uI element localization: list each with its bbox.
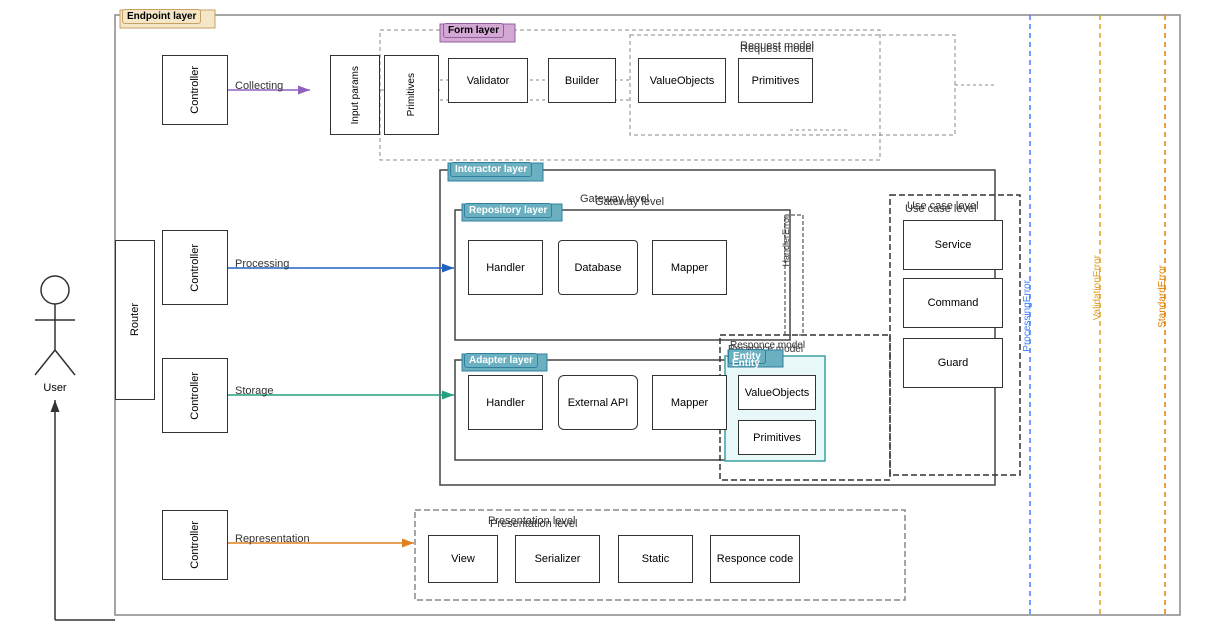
- primitives-req-box: Primitives: [738, 58, 813, 103]
- controller1-box: Controller: [162, 55, 228, 125]
- representation-label: Representation: [235, 533, 310, 545]
- controller4-box: Controller: [162, 510, 228, 580]
- standard-error-label: StandardError: [1157, 265, 1168, 331]
- responce-model-label: Responce model: [730, 340, 805, 351]
- external-api-box: External API: [558, 375, 638, 430]
- guard-box: Guard: [903, 338, 1003, 388]
- responce-code-box: Responce code: [710, 535, 800, 583]
- primitives-form-box: Primitives: [384, 55, 439, 135]
- handler-repo-box: Handler: [468, 240, 543, 295]
- input-params-box: Input params: [330, 55, 380, 135]
- user-label: User: [30, 378, 80, 398]
- mapper-repo-box: Mapper: [652, 240, 727, 295]
- serializer-box: Serializer: [515, 535, 600, 583]
- controller2-box: Controller: [162, 230, 228, 305]
- validation-error-label: ValidationError: [1092, 255, 1103, 323]
- collecting-label: Collecting: [235, 80, 283, 92]
- controller3-box: Controller: [162, 358, 228, 433]
- static-box: Static: [618, 535, 693, 583]
- primitives-entity-box: Primitives: [738, 420, 816, 455]
- gateway-level-label: Gateway level: [580, 193, 649, 205]
- entity-text: Entity: [732, 358, 760, 369]
- repository-layer-label: Repository layer: [464, 203, 552, 218]
- validator-box: Validator: [448, 58, 528, 103]
- form-layer-label: Form layer: [443, 23, 504, 38]
- storage-label: Storage: [235, 385, 274, 397]
- request-model-label: Request model: [740, 40, 814, 52]
- adapter-layer-label: Adapter layer: [464, 353, 538, 368]
- router-box: Router: [115, 240, 155, 400]
- builder-box: Builder: [548, 58, 616, 103]
- command-box: Command: [903, 278, 1003, 328]
- usecase-level-label: Use case level: [907, 200, 979, 212]
- diagram-container: Gateway level Use case level Responce mo…: [0, 0, 1226, 638]
- processing-error-label: ProcessingError: [1022, 280, 1033, 355]
- presentation-level-label: Presentation level: [488, 515, 575, 527]
- endpoint-layer-label: Endpoint layer: [122, 9, 201, 24]
- mapper-adapter-box: Mapper: [652, 375, 727, 430]
- processing-label: Processing: [235, 258, 289, 270]
- service-box: Service: [903, 220, 1003, 270]
- valueobjects-req-box: ValueObjects: [638, 58, 726, 103]
- valueobjects-entity-box: ValueObjects: [738, 375, 816, 410]
- handler-adapter-box: Handler: [468, 375, 543, 430]
- database-box: Database: [558, 240, 638, 295]
- handler-error-label: HandlerError: [781, 215, 799, 335]
- interactor-layer-label: Interactor layer: [450, 162, 532, 177]
- view-box: View: [428, 535, 498, 583]
